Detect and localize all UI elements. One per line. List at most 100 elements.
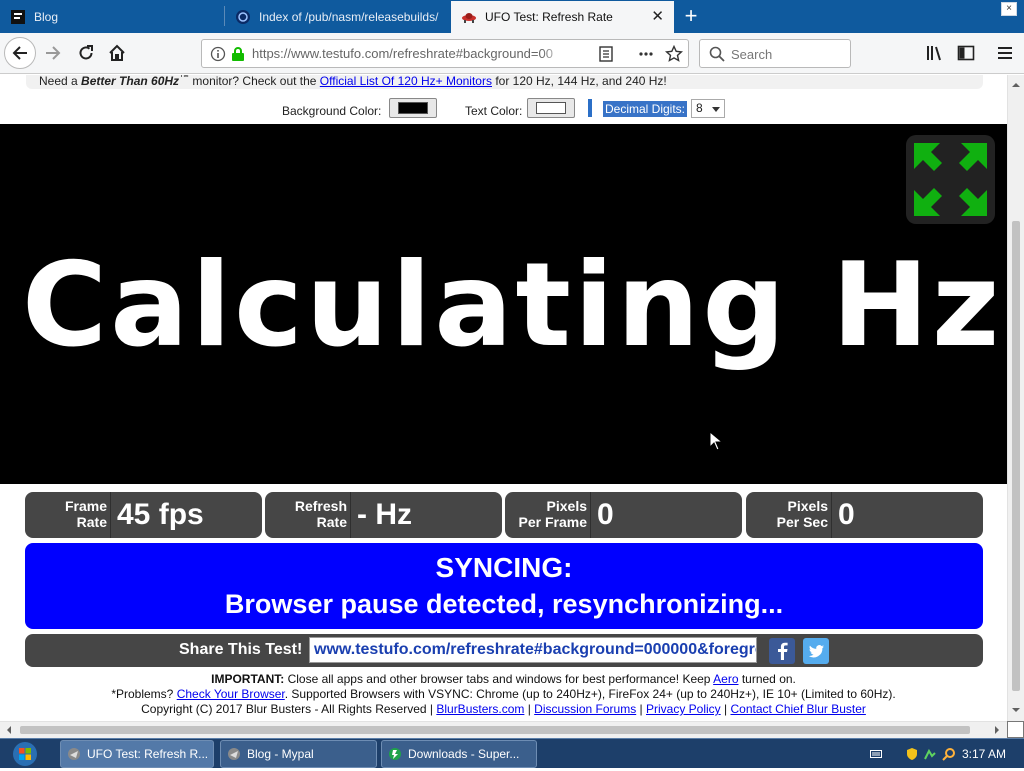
nasm-page-icon [235,9,251,25]
taskbar-item-ufo-test[interactable]: UFO Test: Refresh R... [60,740,214,768]
network-tray-icon[interactable] [923,747,937,761]
important-label: IMPORTANT: [211,672,285,686]
scroll-up-icon[interactable] [1008,78,1024,92]
problems-text: . Supported Browsers with VSYNC: Chrome … [284,687,896,701]
scroll-right-icon[interactable] [990,722,1004,738]
download-app-icon [389,748,401,760]
sidebar-button[interactable] [951,39,981,67]
task-label: Downloads - Super... [408,747,520,761]
notice-text: for 120 Hz, 144 Hz, and 240 Hz! [491,75,667,88]
mouse-cursor-icon [709,431,723,451]
stat-value: - Hz [357,498,412,531]
scroll-down-icon[interactable] [1008,703,1024,717]
scroll-left-icon[interactable] [2,722,16,738]
text-color-picker[interactable] [527,98,575,118]
tab-title: Blog [34,10,59,24]
mypal-browser-icon [68,748,80,760]
important-note: IMPORTANT: Close all apps and other brow… [0,672,1007,687]
shield-tray-icon[interactable] [905,747,919,761]
vertical-scrollbar[interactable] [1007,75,1024,721]
back-button[interactable] [4,37,36,69]
problems-text: *Problems? [111,687,177,701]
tab-blog[interactable]: Blog [0,1,224,33]
reload-button[interactable] [71,39,101,67]
notice-emphasis: Better Than 60Hz [81,75,180,88]
hamburger-menu-icon [998,47,1012,59]
tab-nasm-index[interactable]: Index of /pub/nasm/releasebuilds/ [225,1,450,33]
share-bar: Share This Test! www.testufo.com/refresh… [25,634,983,667]
notice-trademark: ™ [179,75,190,83]
close-tab-icon[interactable]: ✕ [651,9,664,25]
notice-text: Need a [39,75,82,88]
blurbusters-link[interactable]: BlurBusters.com [436,702,524,716]
background-color-label: Background Color: [282,104,382,118]
horizontal-scrollbar[interactable] [0,721,1007,738]
search-input[interactable]: Search [699,39,851,68]
forward-button[interactable] [38,39,68,67]
tab-strip: Blog Index of /pub/nasm/releasebuilds/ U… [0,0,1024,33]
check-browser-link[interactable]: Check Your Browser [177,687,285,701]
start-button[interactable] [6,740,44,768]
aero-link[interactable]: Aero [713,672,738,686]
task-label: UFO Test: Refresh R... [87,747,209,761]
new-tab-button[interactable]: + [678,4,704,28]
menu-button[interactable] [990,39,1020,67]
more-actions-icon[interactable] [638,46,654,62]
twitter-share-icon[interactable] [803,638,829,664]
mypal-browser-icon [228,748,240,760]
home-button[interactable] [102,39,132,67]
home-icon [109,44,125,61]
facebook-share-icon[interactable] [769,638,795,664]
forums-link[interactable]: Discussion Forums [534,702,636,716]
lock-icon[interactable] [231,46,245,62]
link-separator: | [636,702,646,716]
fullscreen-button[interactable] [906,135,995,224]
info-icon[interactable] [210,46,226,62]
important-text: turned on. [738,672,796,686]
important-text: Close all apps and other browser tabs an… [284,672,714,686]
text-color-swatch [536,102,566,114]
stat-divider [110,492,111,538]
tab-ufo-test[interactable]: UFO Test: Refresh Rate ✕ [451,1,674,33]
url-fade [542,42,564,66]
fullscreen-arrows-icon [914,143,987,216]
copyright-text: Copyright (C) 2017 Blur Busters - All Ri… [141,702,437,716]
windows-taskbar: UFO Test: Refresh R... Blog - Mypal Down… [0,738,1024,768]
search-tray-icon[interactable] [942,747,956,761]
keyboard-tray-icon[interactable] [870,748,882,760]
url-text[interactable]: https://www.testufo.com/refreshrate#back… [252,46,564,61]
background-color-picker[interactable] [389,98,437,118]
stat-value: 0 [597,498,614,531]
stat-label: Refresh Rate [294,498,347,530]
sync-title: SYNCING: [435,552,573,583]
stat-label: Pixels Per Frame [518,498,587,530]
library-button[interactable] [919,39,949,67]
stat-label: Pixels Per Sec [776,498,828,530]
controls-divider [588,99,592,117]
horizontal-scroll-thumb[interactable] [20,726,970,734]
sync-status-banner: SYNCING: Browser pause detected, resynch… [25,543,983,629]
privacy-link[interactable]: Privacy Policy [646,702,721,716]
page-content: Need a Better Than 60Hz™ monitor? Check … [0,75,1007,721]
windows-logo-icon [13,742,37,766]
bookmark-star-icon[interactable] [665,45,683,63]
vertical-scroll-thumb[interactable] [1012,221,1020,691]
share-url-field[interactable]: www.testufo.com/refreshrate#background=0… [309,637,757,663]
monitor-notice: Need a Better Than 60Hz™ monitor? Check … [26,75,983,89]
monitors-list-link[interactable]: Official List Of 120 Hz+ Monitors [320,75,492,88]
window-close-button[interactable]: × [1001,2,1017,16]
forward-arrow-icon [46,46,61,60]
sidebar-icon [957,45,975,61]
sync-message: Browser pause detected, resynchronizing.… [224,589,784,619]
stat-value: 0 [838,498,855,531]
decimal-digits-label: Decimal Digits: [603,101,688,117]
tab-title: Index of /pub/nasm/releasebuilds/ [259,10,439,24]
decimal-digits-select[interactable]: 8 [691,99,725,118]
library-icon [927,46,941,61]
taskbar-item-blog[interactable]: Blog - Mypal [220,740,377,768]
address-bar[interactable]: https://www.testufo.com/refreshrate#back… [201,39,689,68]
notice-text: monitor? Check out the [189,75,320,88]
taskbar-item-downloads[interactable]: Downloads - Super... [381,740,537,768]
contact-link[interactable]: Contact Chief Blur Buster [730,702,865,716]
reader-view-icon[interactable] [598,46,614,62]
